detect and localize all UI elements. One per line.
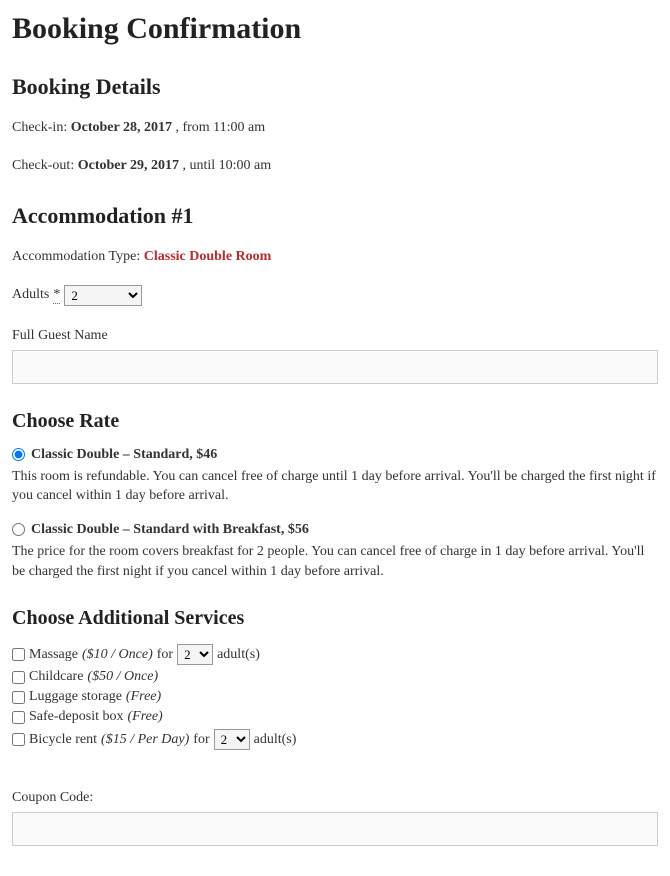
fullname-input[interactable] (12, 350, 658, 384)
service-checkbox-bicycle[interactable] (12, 733, 25, 746)
accommodation-type-link[interactable]: Classic Double Room (144, 249, 272, 264)
service-checkbox-massage[interactable] (12, 648, 25, 661)
rate-radio-breakfast[interactable] (12, 523, 25, 536)
coupon-row: Coupon Code: (12, 790, 658, 846)
service-name: Bicycle rent (29, 732, 97, 748)
checkout-suffix: , until 10:00 am (182, 158, 271, 173)
accommodation-type-label: Accommodation Type: (12, 249, 140, 264)
service-price: (Free) (127, 709, 162, 725)
service-checkbox-luggage[interactable] (12, 691, 25, 704)
adults-select[interactable]: 2 (64, 285, 142, 306)
coupon-label: Coupon Code: (12, 790, 658, 806)
accommodation-type-row: Accommodation Type: Classic Double Room (12, 247, 658, 267)
service-qty-select-bicycle[interactable]: 2 (214, 729, 250, 750)
checkin-label: Check-in: (12, 120, 67, 135)
service-price: ($10 / Once) (82, 647, 153, 663)
service-checkbox-childcare[interactable] (12, 671, 25, 684)
booking-details-heading: Booking Details (12, 74, 658, 100)
checkout-label: Check-out: (12, 158, 74, 173)
rate-desc-standard: This room is refundable. You can cancel … (12, 467, 658, 506)
rate-desc-breakfast: The price for the room covers breakfast … (12, 542, 658, 581)
service-checkbox-safedeposit[interactable] (12, 711, 25, 724)
adults-row: Adults * 2 (12, 285, 658, 306)
service-adults-suffix: adult(s) (217, 647, 260, 663)
service-adults-suffix: adult(s) (254, 732, 297, 748)
service-item: Bicycle rent ($15 / Per Day) for 2 adult… (12, 729, 658, 750)
service-qty-select-massage[interactable]: 2 (177, 644, 213, 665)
service-item: Massage ($10 / Once) for 2 adult(s) (12, 644, 658, 665)
fullname-label: Full Guest Name (12, 328, 658, 344)
service-item: Childcare ($50 / Once) (12, 669, 658, 685)
service-item: Luggage storage (Free) (12, 689, 658, 705)
service-name: Massage (29, 647, 78, 663)
service-for: for (193, 732, 209, 748)
page-title: Booking Confirmation (12, 12, 658, 46)
service-name: Childcare (29, 669, 83, 685)
adults-label: Adults (12, 287, 49, 303)
checkout-date: October 29, 2017 (78, 158, 179, 173)
service-price: ($50 / Once) (87, 669, 158, 685)
coupon-input[interactable] (12, 812, 658, 846)
checkin-row: Check-in: October 28, 2017 , from 11:00 … (12, 118, 658, 138)
service-price: (Free) (126, 689, 161, 705)
checkin-date: October 28, 2017 (71, 120, 172, 135)
checkout-row: Check-out: October 29, 2017 , until 10:0… (12, 156, 658, 176)
rate-label-standard[interactable]: Classic Double – Standard, $46 (31, 447, 217, 463)
rate-radio-standard[interactable] (12, 448, 25, 461)
checkin-suffix: , from 11:00 am (175, 120, 265, 135)
rate-option: Classic Double – Standard, $46 This room… (12, 447, 658, 506)
services-heading: Choose Additional Services (12, 607, 658, 630)
rate-option: Classic Double – Standard with Breakfast… (12, 522, 658, 581)
accommodation-heading: Accommodation #1 (12, 203, 658, 229)
rate-heading: Choose Rate (12, 410, 658, 433)
service-price: ($15 / Per Day) (101, 732, 189, 748)
rate-label-breakfast[interactable]: Classic Double – Standard with Breakfast… (31, 522, 309, 538)
service-name: Safe-deposit box (29, 709, 123, 725)
service-item: Safe-deposit box (Free) (12, 709, 658, 725)
adults-required-marker: * (53, 287, 60, 304)
service-name: Luggage storage (29, 689, 122, 705)
fullname-row: Full Guest Name (12, 328, 658, 384)
service-for: for (157, 647, 173, 663)
